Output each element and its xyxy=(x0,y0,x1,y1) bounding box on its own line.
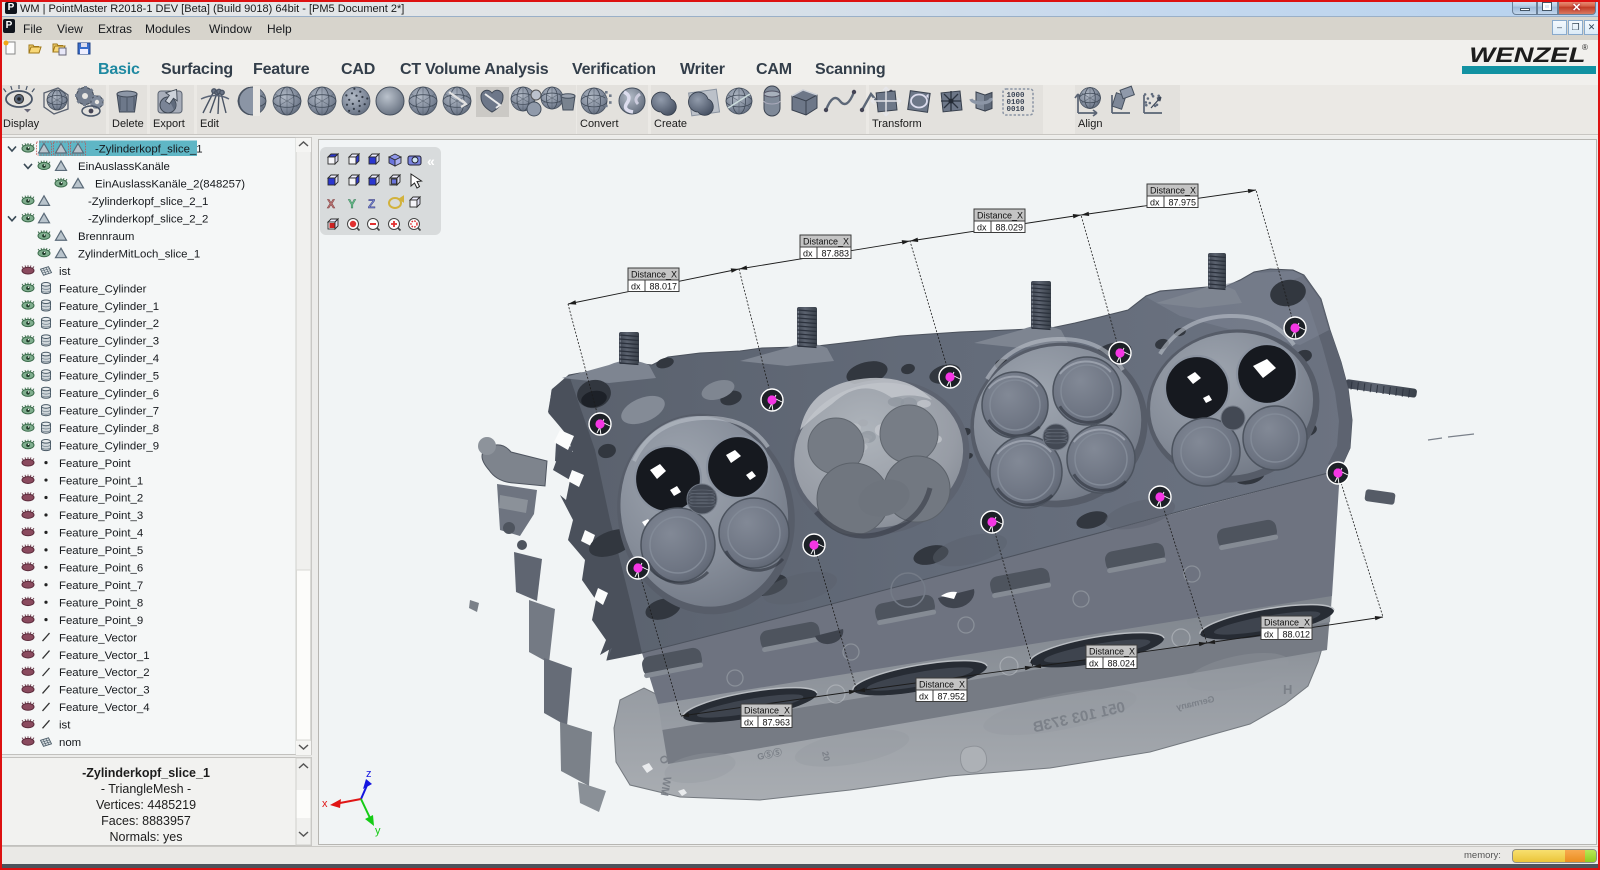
svg-text:20: 20 xyxy=(820,750,832,762)
svg-text:X: X xyxy=(327,197,335,211)
svg-text:Feature_Point_4: Feature_Point_4 xyxy=(59,528,143,540)
svg-text:ZylinderMitLoch_slice_1: ZylinderMitLoch_slice_1 xyxy=(78,248,200,260)
svg-text:Distance_X: Distance_X xyxy=(919,680,965,690)
svg-text:0010: 0010 xyxy=(1007,106,1026,114)
svg-text:«: « xyxy=(427,153,435,169)
svg-text:dx: dx xyxy=(744,718,754,728)
svg-text:87.975: 87.975 xyxy=(1168,198,1196,208)
svg-text:dx: dx xyxy=(803,249,813,259)
svg-text:WENZEL: WENZEL xyxy=(1469,44,1585,67)
svg-text:88.029: 88.029 xyxy=(995,223,1023,233)
svg-text:dx: dx xyxy=(1089,659,1099,669)
svg-text:z: z xyxy=(366,768,372,780)
svg-text:dx: dx xyxy=(1264,630,1274,640)
svg-text:Feature_Vector_4: Feature_Vector_4 xyxy=(59,702,150,714)
svg-text:Feature_Cylinder: Feature_Cylinder xyxy=(59,283,147,295)
svg-text:y: y xyxy=(375,825,381,837)
svg-text:Feature_Point_7: Feature_Point_7 xyxy=(59,580,143,592)
svg-text:Feature_Point_5: Feature_Point_5 xyxy=(59,545,143,557)
svg-text:Feature_Cylinder_8: Feature_Cylinder_8 xyxy=(59,423,159,435)
svg-text:Distance_X: Distance_X xyxy=(1264,618,1310,628)
svg-text:Feature_Cylinder_4: Feature_Cylinder_4 xyxy=(59,353,159,365)
svg-text:nom: nom xyxy=(59,737,81,749)
svg-text:Feature_Cylinder_3: Feature_Cylinder_3 xyxy=(59,336,159,348)
svg-text:Distance_X: Distance_X xyxy=(977,211,1023,221)
svg-text:87.883: 87.883 xyxy=(821,249,849,259)
svg-text:Feature_Point_8: Feature_Point_8 xyxy=(59,597,143,609)
svg-text:-Zylinderkopf_slice_2_2: -Zylinderkopf_slice_2_2 xyxy=(88,214,208,226)
svg-text:-Zylinderkopf_slice_1: -Zylinderkopf_slice_1 xyxy=(95,144,203,156)
svg-text:ist: ist xyxy=(59,720,71,732)
svg-text:Feature_Cylinder_5: Feature_Cylinder_5 xyxy=(59,371,159,383)
svg-text:Feature_Vector_1: Feature_Vector_1 xyxy=(59,650,150,662)
svg-text:EinAuslassKanäle_2(848257): EinAuslassKanäle_2(848257) xyxy=(95,179,245,191)
svg-text:88.017: 88.017 xyxy=(649,282,677,292)
svg-text:Brennraum: Brennraum xyxy=(78,231,134,243)
svg-text:EinAuslassKanäle: EinAuslassKanäle xyxy=(78,161,170,173)
svg-text:88.024: 88.024 xyxy=(1107,659,1135,669)
svg-text:Feature_Cylinder_2: Feature_Cylinder_2 xyxy=(59,318,159,330)
svg-text:Feature_Cylinder_7: Feature_Cylinder_7 xyxy=(59,405,159,417)
svg-text:Z: Z xyxy=(368,197,375,211)
svg-text:87.952: 87.952 xyxy=(937,692,965,702)
svg-text:Feature_Point_6: Feature_Point_6 xyxy=(59,563,143,575)
svg-text:Feature_Cylinder_1: Feature_Cylinder_1 xyxy=(59,301,159,313)
svg-text:Distance_X: Distance_X xyxy=(1150,186,1196,196)
svg-text:dx: dx xyxy=(919,692,929,702)
svg-text:-Zylinderkopf_slice_2_1: -Zylinderkopf_slice_2_1 xyxy=(88,196,208,208)
svg-text:Feature_Vector_3: Feature_Vector_3 xyxy=(59,685,150,697)
svg-text:Feature_Vector_2: Feature_Vector_2 xyxy=(59,667,150,679)
svg-text:Distance_X: Distance_X xyxy=(1089,647,1135,657)
svg-text:Feature_Vector: Feature_Vector xyxy=(59,632,137,644)
svg-text:dx: dx xyxy=(977,223,987,233)
svg-text:dx: dx xyxy=(1150,198,1160,208)
svg-text:88.012: 88.012 xyxy=(1282,630,1310,640)
svg-text:®: ® xyxy=(1582,43,1588,52)
svg-text:Distance_X: Distance_X xyxy=(631,270,677,280)
svg-text:Feature_Point_2: Feature_Point_2 xyxy=(59,493,143,505)
svg-text:Feature_Point: Feature_Point xyxy=(59,458,131,470)
svg-text:H: H xyxy=(1283,682,1292,697)
svg-text:Feature_Cylinder_9: Feature_Cylinder_9 xyxy=(59,440,159,452)
svg-text:Distance_X: Distance_X xyxy=(744,706,790,716)
svg-text:Y: Y xyxy=(348,197,356,211)
svg-text:x: x xyxy=(322,798,328,810)
svg-text:Distance_X: Distance_X xyxy=(803,237,849,247)
svg-text:dx: dx xyxy=(631,282,641,292)
svg-text:Feature_Point_9: Feature_Point_9 xyxy=(59,615,143,627)
svg-text:87.963: 87.963 xyxy=(762,718,790,728)
svg-text:Feature_Point_1: Feature_Point_1 xyxy=(59,475,143,487)
svg-text:Feature_Point_3: Feature_Point_3 xyxy=(59,510,143,522)
svg-text:Feature_Cylinder_6: Feature_Cylinder_6 xyxy=(59,388,159,400)
svg-text:ist: ist xyxy=(59,266,71,278)
